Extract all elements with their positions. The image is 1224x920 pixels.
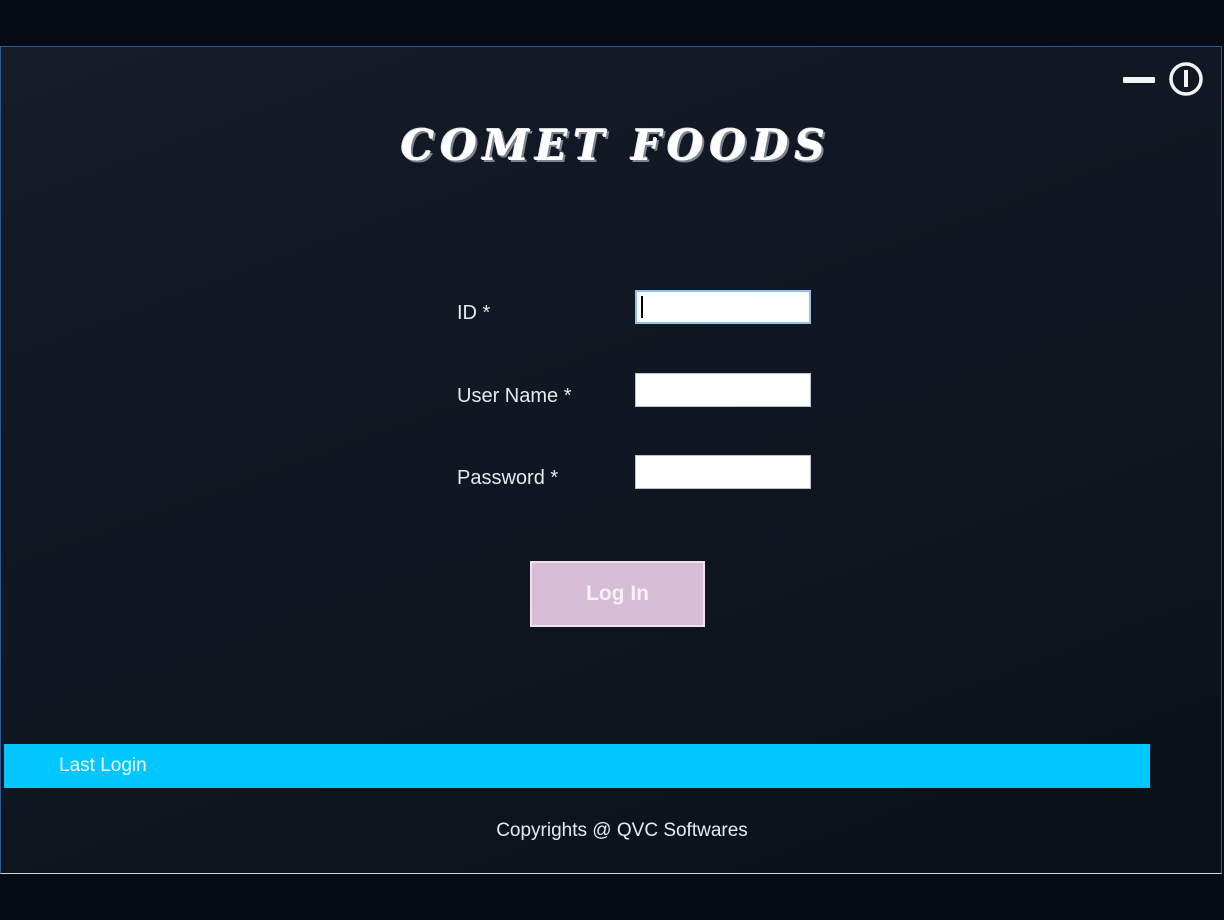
last-login-bar: Last Login (4, 744, 1150, 788)
login-window: COMET FOODS ID * User Name * Password * … (0, 46, 1222, 874)
password-input[interactable] (635, 455, 811, 489)
id-input[interactable] (635, 290, 811, 324)
app-title: COMET FOODS (400, 121, 832, 170)
power-button[interactable] (1167, 60, 1205, 98)
id-label: ID * (457, 302, 491, 324)
login-button[interactable]: Log In (530, 561, 705, 627)
minimize-button[interactable] (1121, 65, 1157, 95)
username-input[interactable] (635, 373, 811, 407)
copyright-text: Copyrights @ QVC Softwares (496, 820, 748, 841)
username-label: User Name * (457, 385, 572, 407)
last-login-label: Last Login (59, 755, 147, 776)
text-caret (641, 296, 643, 318)
minimize-icon (1123, 77, 1155, 83)
power-icon (1169, 62, 1203, 96)
password-label: Password * (457, 467, 559, 489)
